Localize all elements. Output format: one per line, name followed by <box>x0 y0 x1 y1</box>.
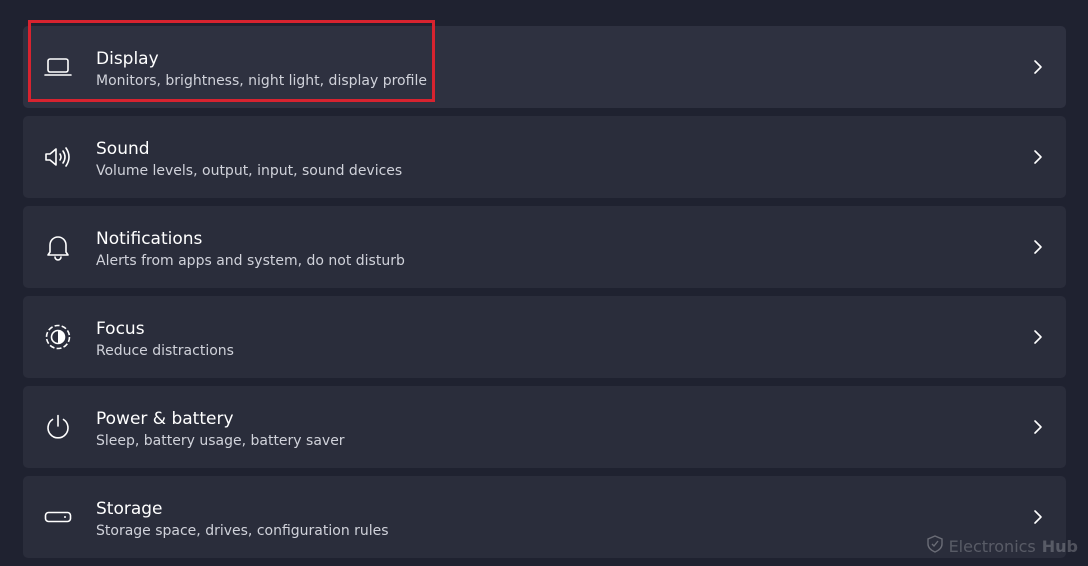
settings-item-focus[interactable]: Focus Reduce distractions <box>23 296 1066 378</box>
focus-icon <box>43 323 73 351</box>
chevron-right-icon <box>1032 148 1044 166</box>
bell-icon <box>43 233 73 261</box>
settings-item-notifications[interactable]: Notifications Alerts from apps and syste… <box>23 206 1066 288</box>
settings-item-storage[interactable]: Storage Storage space, drives, configura… <box>23 476 1066 558</box>
settings-item-title: Display <box>96 49 159 69</box>
settings-item-subtitle: Sleep, battery usage, battery saver <box>96 432 345 450</box>
chevron-right-icon <box>1032 418 1044 436</box>
settings-item-subtitle: Alerts from apps and system, do not dist… <box>96 252 405 270</box>
laptop-icon <box>43 53 73 81</box>
settings-item-title: Storage <box>96 499 163 519</box>
settings-item-subtitle: Volume levels, output, input, sound devi… <box>96 162 402 180</box>
settings-item-power-battery[interactable]: Power & battery Sleep, battery usage, ba… <box>23 386 1066 468</box>
settings-list: Display Monitors, brightness, night ligh… <box>23 26 1066 566</box>
settings-item-subtitle: Reduce distractions <box>96 342 234 360</box>
settings-item-display[interactable]: Display Monitors, brightness, night ligh… <box>23 26 1066 108</box>
settings-item-title: Power & battery <box>96 409 234 429</box>
watermark-text-strong: Hub <box>1042 537 1078 556</box>
settings-item-sound[interactable]: Sound Volume levels, output, input, soun… <box>23 116 1066 198</box>
watermark-shield-icon <box>927 535 943 557</box>
chevron-right-icon <box>1032 508 1044 526</box>
speaker-icon <box>43 143 73 171</box>
power-icon <box>43 413 73 441</box>
settings-item-subtitle: Storage space, drives, configuration rul… <box>96 522 389 540</box>
settings-item-title: Focus <box>96 319 145 339</box>
chevron-right-icon <box>1032 58 1044 76</box>
settings-item-title: Notifications <box>96 229 202 249</box>
chevron-right-icon <box>1032 328 1044 346</box>
storage-drive-icon <box>43 503 73 531</box>
settings-item-title: Sound <box>96 139 150 159</box>
chevron-right-icon <box>1032 238 1044 256</box>
settings-item-subtitle: Monitors, brightness, night light, displ… <box>96 72 427 90</box>
watermark: Electronics Hub <box>927 535 1078 557</box>
watermark-text: Electronics <box>949 537 1036 556</box>
